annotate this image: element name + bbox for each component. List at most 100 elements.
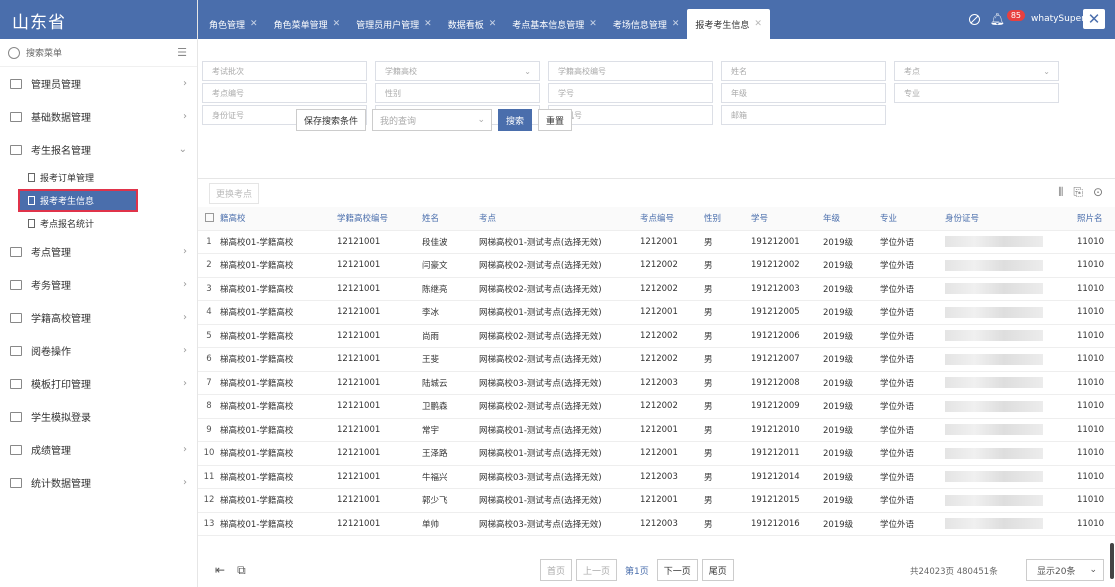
tab-4[interactable]: 考点基本信息管理 ✕	[504, 9, 605, 39]
sidebar-item-label: 学生模拟登录	[31, 413, 91, 424]
table-cell: 梯高校01-学籍高校	[220, 465, 337, 489]
columns-icon[interactable]: ⫴	[1058, 185, 1063, 200]
sidebar-item-3[interactable]: 报考订单管理	[0, 166, 197, 189]
table-cell: 学位外语	[880, 230, 945, 254]
sidebar-item-2[interactable]: 考生报名管理 ⌄	[0, 133, 197, 166]
tab-5[interactable]: 考场信息管理 ✕	[605, 9, 688, 39]
table-row[interactable]: 12 梯高校01-学籍高校 12121001 郭少飞 网梯高校01-测试考点(选择无效)…	[198, 488, 1115, 513]
table-row[interactable]: 4 梯高校01-学籍高校 12121001 李冰 网梯高校01-测试考点(选择无效) 12…	[198, 300, 1115, 325]
filter-field[interactable]: 考点编号	[202, 83, 367, 103]
close-icon[interactable]: ✕	[333, 19, 341, 29]
username[interactable]: whatySuper	[1031, 14, 1083, 24]
chevron-icon: ›	[183, 78, 187, 89]
tab-2[interactable]: 管理员用户管理 ✕	[348, 9, 440, 39]
menu-toggle-icon[interactable]: ☰	[177, 46, 187, 59]
close-icon[interactable]: ✕	[589, 19, 597, 29]
id-number-cell	[945, 277, 1077, 301]
close-icon[interactable]: ✕	[1083, 9, 1105, 29]
sidebar-item-9[interactable]: 阅卷操作 ›	[0, 334, 197, 367]
close-icon[interactable]: ✕	[754, 19, 762, 29]
table-cell: 陆城云	[422, 371, 479, 395]
filter-field[interactable]: 邮箱	[721, 105, 886, 125]
filter-field[interactable]: 考试批次	[202, 61, 367, 81]
table-row[interactable]: 6 梯高校01-学籍高校 12121001 王斐 网梯高校02-测试考点(选择无效) 12…	[198, 347, 1115, 372]
close-icon[interactable]: ✕	[489, 19, 497, 29]
table-cell: 11010	[1077, 277, 1115, 301]
tab-3[interactable]: 数据看板 ✕	[440, 9, 505, 39]
filter-field[interactable]: 性别	[375, 83, 540, 103]
my-query-select[interactable]: 我的查询 ⌄	[372, 109, 493, 131]
column-header[interactable]: 考点	[479, 207, 640, 231]
table-row[interactable]: 5 梯高校01-学籍高校 12121001 尚雨 网梯高校02-测试考点(选择无效) 12…	[198, 324, 1115, 348]
table-row[interactable]: 10 梯高校01-学籍高校 12121001 王泽路 网梯高校01-测试考点(选择无效)…	[198, 441, 1115, 466]
column-header[interactable]: 专业	[880, 207, 945, 231]
change-exam-site-button[interactable]: 更换考点	[209, 182, 260, 204]
id-number-cell	[945, 371, 1077, 395]
next-page-button[interactable]: 下一页	[656, 559, 698, 581]
column-header[interactable]: 籍高校	[220, 207, 337, 231]
sidebar-item-1[interactable]: 基础数据管理 ›	[0, 100, 197, 133]
open-external-icon[interactable]: ⧉	[237, 563, 246, 578]
column-header[interactable]: 考点编号	[640, 207, 704, 231]
search-button[interactable]: 搜索	[498, 109, 533, 131]
table-row[interactable]: 2 梯高校01-学籍高校 12121001 闫豪文 网梯高校02-测试考点(选择无效) 1…	[198, 253, 1115, 278]
table-cell: 男	[704, 394, 751, 419]
filter-field[interactable]: 专业	[894, 83, 1059, 103]
checkbox[interactable]	[204, 213, 214, 223]
indent-icon[interactable]: ⇤	[215, 563, 225, 578]
sidebar-item-13[interactable]: 统计数据管理 ›	[0, 466, 197, 499]
menu-search[interactable]: 搜索菜单 ☰	[0, 39, 197, 67]
table-row[interactable]: 1 梯高校01-学籍高校 12121001 段佳波 网梯高校01-测试考点(选择无效) 1…	[198, 230, 1115, 254]
table-cell: 闫豪文	[422, 253, 479, 278]
filter-field[interactable]: 学籍高校 ⌄	[375, 61, 540, 81]
sidebar-item-10[interactable]: 模板打印管理 ›	[0, 367, 197, 400]
column-header[interactable]: 身份证号	[945, 207, 1077, 231]
checkbox-header[interactable]	[198, 207, 220, 231]
table-row[interactable]: 9 梯高校01-学籍高校 12121001 常宇 网梯高校01-测试考点(选择无效) 12…	[198, 418, 1115, 442]
column-header[interactable]: 姓名	[422, 207, 479, 231]
table-row[interactable]: 11 梯高校01-学籍高校 12121001 牛福兴 网梯高校03-测试考点(选择无效)…	[198, 465, 1115, 489]
prev-page-button[interactable]: 上一页	[576, 559, 618, 581]
bell-icon[interactable]: 🔔︎	[990, 12, 1005, 26]
tab-0[interactable]: 角色管理 ✕	[201, 9, 266, 39]
filter-field[interactable]: 姓名	[721, 61, 886, 81]
collapse-icon[interactable]: ⊙	[1093, 185, 1103, 200]
sidebar-item-5[interactable]: 考点报名统计	[0, 212, 197, 235]
sidebar-item-8[interactable]: 学籍高校管理 ›	[0, 301, 197, 334]
column-header[interactable]: 学号	[751, 207, 823, 231]
close-icon[interactable]: ✕	[424, 19, 432, 29]
tab-6[interactable]: 报考考生信息 ✕	[687, 9, 770, 39]
menu-search-input[interactable]: 搜索菜单	[26, 46, 177, 59]
filter-placeholder: 专业	[904, 88, 920, 98]
filter-field[interactable]: 考点 ⌄	[894, 61, 1059, 81]
reset-button[interactable]: 重置	[538, 109, 573, 131]
table-row[interactable]: 8 梯高校01-学籍高校 12121001 卫鹏森 网梯高校02-测试考点(选择无效) 1…	[198, 394, 1115, 419]
save-search-button[interactable]: 保存搜索条件	[296, 109, 367, 131]
export-icon[interactable]: ⎘	[1073, 185, 1083, 200]
sidebar-item-7[interactable]: 考务管理 ›	[0, 268, 197, 301]
tab-1[interactable]: 角色菜单管理 ✕	[266, 9, 349, 39]
column-header[interactable]: 年级	[823, 207, 880, 231]
filter-field[interactable]: 学籍高校编号	[548, 61, 713, 81]
table-row[interactable]: 3 梯高校01-学籍高校 12121001 陈继亮 网梯高校02-测试考点(选择无效) 1…	[198, 277, 1115, 301]
scrollbar[interactable]	[1110, 543, 1114, 579]
column-header[interactable]: 性别	[704, 207, 751, 231]
table-row[interactable]: 13 梯高校01-学籍高校 12121001 单帅 网梯高校03-测试考点(选择无效) 1…	[198, 512, 1115, 536]
page-size-select[interactable]: 显示20条 ⌄	[1026, 559, 1104, 581]
filter-field[interactable]: 年级	[721, 83, 886, 103]
sidebar-item-11[interactable]: 学生模拟登录	[0, 400, 197, 433]
sidebar-item-4[interactable]: 报考考生信息	[18, 189, 138, 212]
close-icon[interactable]: ✕	[250, 19, 258, 29]
sidebar-item-12[interactable]: 成绩管理 ›	[0, 433, 197, 466]
filter-field[interactable]: 学号	[548, 83, 713, 103]
last-page-button[interactable]: 尾页	[701, 559, 734, 581]
column-header[interactable]: 学籍高校编号	[337, 207, 422, 231]
sidebar-item-0[interactable]: 管理员管理 ›	[0, 67, 197, 100]
table-row[interactable]: 7 梯高校01-学籍高校 12121001 陆城云 网梯高校03-测试考点(选择无效) 1…	[198, 371, 1115, 395]
sidebar: 山东省 搜索菜单 ☰ 管理员管理 › 基础数据管理 › 考生报名管理 ⌄ 报考订单管理 报考考…	[0, 0, 198, 587]
column-header[interactable]: 照片名	[1077, 207, 1115, 231]
sidebar-item-6[interactable]: 考点管理 ›	[0, 235, 197, 268]
disable-icon[interactable]	[968, 13, 980, 25]
first-page-button[interactable]: 首页	[540, 559, 573, 581]
close-icon[interactable]: ✕	[672, 19, 680, 29]
